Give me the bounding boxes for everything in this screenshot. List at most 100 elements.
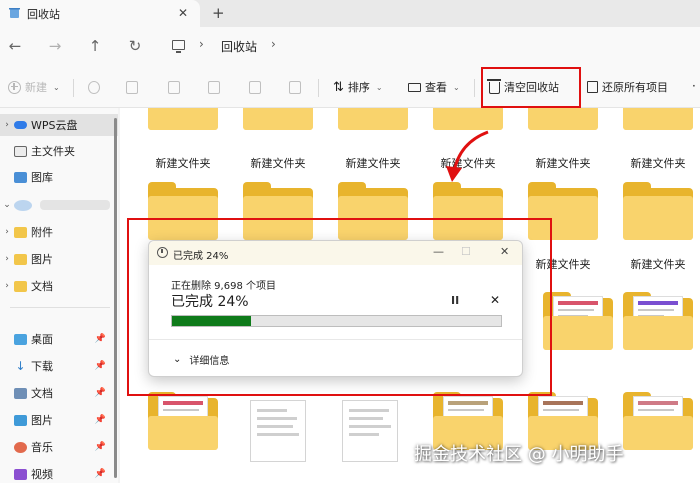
this-pc-icon[interactable] (172, 40, 185, 53)
refresh-icon[interactable]: ↻ (125, 37, 145, 55)
folder-label: 新建文件夹 (155, 157, 211, 170)
sidebar-item-pictures[interactable]: 图片 📌 (0, 409, 118, 431)
folder-label: 新建文件夹 (250, 157, 306, 170)
back-arrow-icon[interactable]: ← (5, 37, 25, 55)
clock-icon (157, 247, 168, 258)
chevron-right-icon[interactable]: › (0, 281, 14, 291)
cancel-button[interactable]: ✕ (490, 293, 500, 307)
tab-recycle-bin[interactable]: 回收站 ✕ (0, 0, 200, 27)
command-bar: 新建 ⌄ ⇅ 排序 ⌄ 查看 ⌄ 清空回收站 还原所有项目 · (0, 67, 700, 108)
progress-status-text: 已完成 24% (171, 294, 249, 310)
pin-icon: 📌 (94, 442, 106, 452)
chevron-right-icon[interactable]: › (0, 227, 14, 237)
sort-button[interactable]: ⇅ 排序 ⌄ (333, 79, 383, 95)
chevron-down-icon: ⌄ (53, 82, 60, 92)
maximize-button: ☐ (461, 245, 471, 258)
recycle-bin-icon (8, 6, 21, 22)
restore-icon (587, 81, 598, 93)
divider (318, 79, 319, 97)
view-button[interactable]: 查看 ⌄ (408, 79, 460, 95)
sidebar-item-home[interactable]: 主文件夹 (0, 140, 118, 162)
sidebar-item-videos[interactable]: 视频 📌 (0, 463, 118, 483)
folder-item[interactable]: 新建文件夹 (233, 108, 323, 170)
share-icon[interactable] (249, 81, 261, 94)
sidebar-item-documents-folder[interactable]: › 文档 (0, 275, 118, 297)
sidebar-item-wps-cloud[interactable]: › WPS云盘 (0, 114, 118, 136)
chevron-right-icon[interactable]: › (199, 37, 204, 51)
cut-icon[interactable] (88, 81, 100, 94)
sidebar-item-label: 下载 (31, 360, 53, 373)
desktop-icon (14, 333, 27, 345)
watermark: 掘金技术社区 @ 小明助手 (414, 444, 624, 465)
sidebar-item-desktop[interactable]: 桌面 📌 (0, 328, 118, 350)
progress-bar (171, 315, 502, 327)
sidebar-scrollbar[interactable] (114, 118, 117, 478)
folder-icon (14, 226, 27, 238)
folder-item[interactable]: 新建文件夹 (613, 108, 700, 170)
rename-icon[interactable] (208, 81, 220, 94)
tab-close-icon[interactable]: ✕ (178, 6, 188, 20)
copy-icon[interactable] (126, 81, 138, 94)
document-thumbnail[interactable] (250, 400, 306, 462)
folder-item[interactable] (138, 392, 228, 483)
folder-item[interactable] (613, 392, 700, 483)
forward-arrow-icon[interactable]: → (45, 37, 65, 55)
sidebar-item-downloads[interactable]: ↓ 下载 📌 (0, 355, 118, 377)
restore-all-button[interactable]: 还原所有项目 (587, 79, 668, 95)
new-tab-button[interactable]: + (212, 4, 225, 22)
details-label: 详细信息 (189, 356, 230, 367)
sidebar-item-music[interactable]: 音乐 📌 (0, 436, 118, 458)
up-arrow-icon[interactable]: ↑ (85, 37, 105, 55)
home-icon (14, 145, 27, 157)
sidebar-item-label: 文档 (31, 387, 53, 400)
sidebar-item-label: 图库 (31, 171, 53, 184)
pin-icon: 📌 (94, 415, 106, 425)
documents-icon (14, 387, 27, 399)
sidebar-item-documents[interactable]: 文档 📌 (0, 382, 118, 404)
chevron-down-icon: ⌄ (375, 82, 383, 92)
document-thumbnail[interactable] (342, 400, 398, 462)
sidebar-item-label: 附件 (31, 226, 53, 239)
progress-bar-fill (172, 316, 251, 326)
dialog-title-bar: 已完成 24% — ☐ ✕ (149, 241, 522, 265)
highlight-box-empty-bin (481, 67, 581, 108)
tab-title: 回收站 (27, 7, 60, 21)
sidebar-item-label: 桌面 (31, 333, 53, 346)
folder-label: 新建文件夹 (345, 157, 401, 170)
pin-icon: 📌 (94, 388, 106, 398)
pause-button[interactable]: II (451, 294, 459, 307)
folder-label: 新建文件夹 (630, 258, 686, 271)
chevron-right-icon[interactable]: › (0, 254, 14, 264)
pictures-icon (14, 414, 27, 426)
plus-icon (8, 80, 21, 94)
divider (474, 79, 475, 97)
delete-icon[interactable] (289, 81, 301, 94)
pin-icon: 📌 (94, 469, 106, 479)
more-details-button[interactable]: ⌄ 详细信息 (173, 352, 229, 367)
more-options-icon[interactable]: · (692, 79, 696, 93)
folder-label: 新建文件夹 (630, 157, 686, 170)
sidebar-item-gallery[interactable]: 图库 (0, 166, 118, 188)
title-bar: 回收站 ✕ + (0, 0, 700, 27)
minimize-button[interactable]: — (433, 245, 444, 258)
folder-icon (14, 280, 27, 292)
folder-item[interactable]: 新建文件夹 (518, 108, 608, 170)
folder-item[interactable] (613, 292, 700, 388)
folder-item[interactable]: 新建文件夹 (613, 182, 700, 278)
chevron-right-icon[interactable]: › (0, 120, 14, 130)
sidebar-item-label: WPS云盘 (31, 119, 78, 132)
address-bar: ← → ↑ ↻ › 回收站 › (0, 27, 700, 67)
close-button[interactable]: ✕ (500, 245, 509, 258)
folder-item[interactable]: 新建文件夹 (138, 108, 228, 170)
paste-icon[interactable] (168, 81, 180, 94)
sidebar-item-cloud-account[interactable]: ⌄ (0, 194, 118, 216)
chevron-right-icon[interactable]: › (271, 37, 276, 51)
new-button[interactable]: 新建 ⌄ (8, 79, 60, 95)
divider (10, 307, 110, 308)
chevron-down-icon[interactable]: ⌄ (0, 200, 14, 210)
chevron-down-icon: ⌄ (173, 354, 182, 365)
sidebar-item-pictures-folder[interactable]: › 图片 (0, 248, 118, 270)
folder-item[interactable]: 新建文件夹 (328, 108, 418, 170)
sidebar-item-attachments[interactable]: › 附件 (0, 221, 118, 243)
breadcrumb[interactable]: 回收站 (221, 38, 257, 55)
